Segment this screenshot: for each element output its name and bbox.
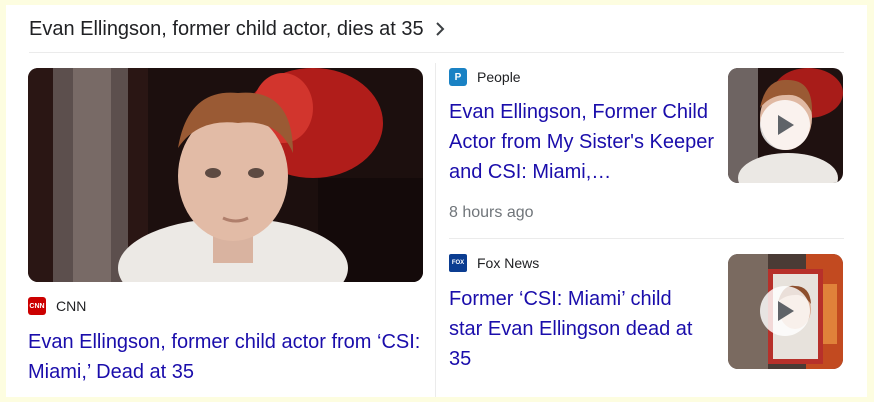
news-card: Evan Ellingson, former child actor, dies…	[6, 5, 867, 397]
header-divider	[29, 52, 844, 53]
source-name: Fox News	[477, 255, 540, 271]
main-story-source: CNN CNN	[28, 297, 86, 315]
fox-news-logo-icon: FOX	[449, 254, 467, 272]
cnn-logo-icon: CNN	[28, 297, 46, 315]
column-divider	[435, 63, 436, 397]
play-icon[interactable]	[760, 286, 810, 336]
chevron-right-icon	[435, 22, 445, 36]
story-2-source: FOX Fox News	[449, 254, 539, 272]
story-2-headline[interactable]: Former ‘CSI: Miami’ child star Evan Elli…	[449, 284, 709, 374]
main-story-image[interactable]	[28, 68, 423, 282]
story-divider	[449, 238, 844, 239]
source-name: CNN	[56, 298, 87, 314]
story-2-thumbnail[interactable]	[728, 254, 843, 369]
source-name: People	[477, 69, 521, 85]
story-1-thumbnail[interactable]	[728, 68, 843, 183]
story-1-timestamp: 8 hours ago	[449, 204, 534, 221]
story-1-headline[interactable]: Evan Ellingson, Former Child Actor from …	[449, 97, 714, 187]
people-logo-icon: P	[449, 68, 467, 86]
topic-title: Evan Ellingson, former child actor, dies…	[29, 17, 424, 40]
main-story-headline[interactable]: Evan Ellingson, former child actor from …	[28, 327, 428, 387]
topic-header-link[interactable]: Evan Ellingson, former child actor, dies…	[29, 12, 446, 46]
story-1-source: P People	[449, 68, 521, 86]
play-icon[interactable]	[760, 100, 810, 150]
